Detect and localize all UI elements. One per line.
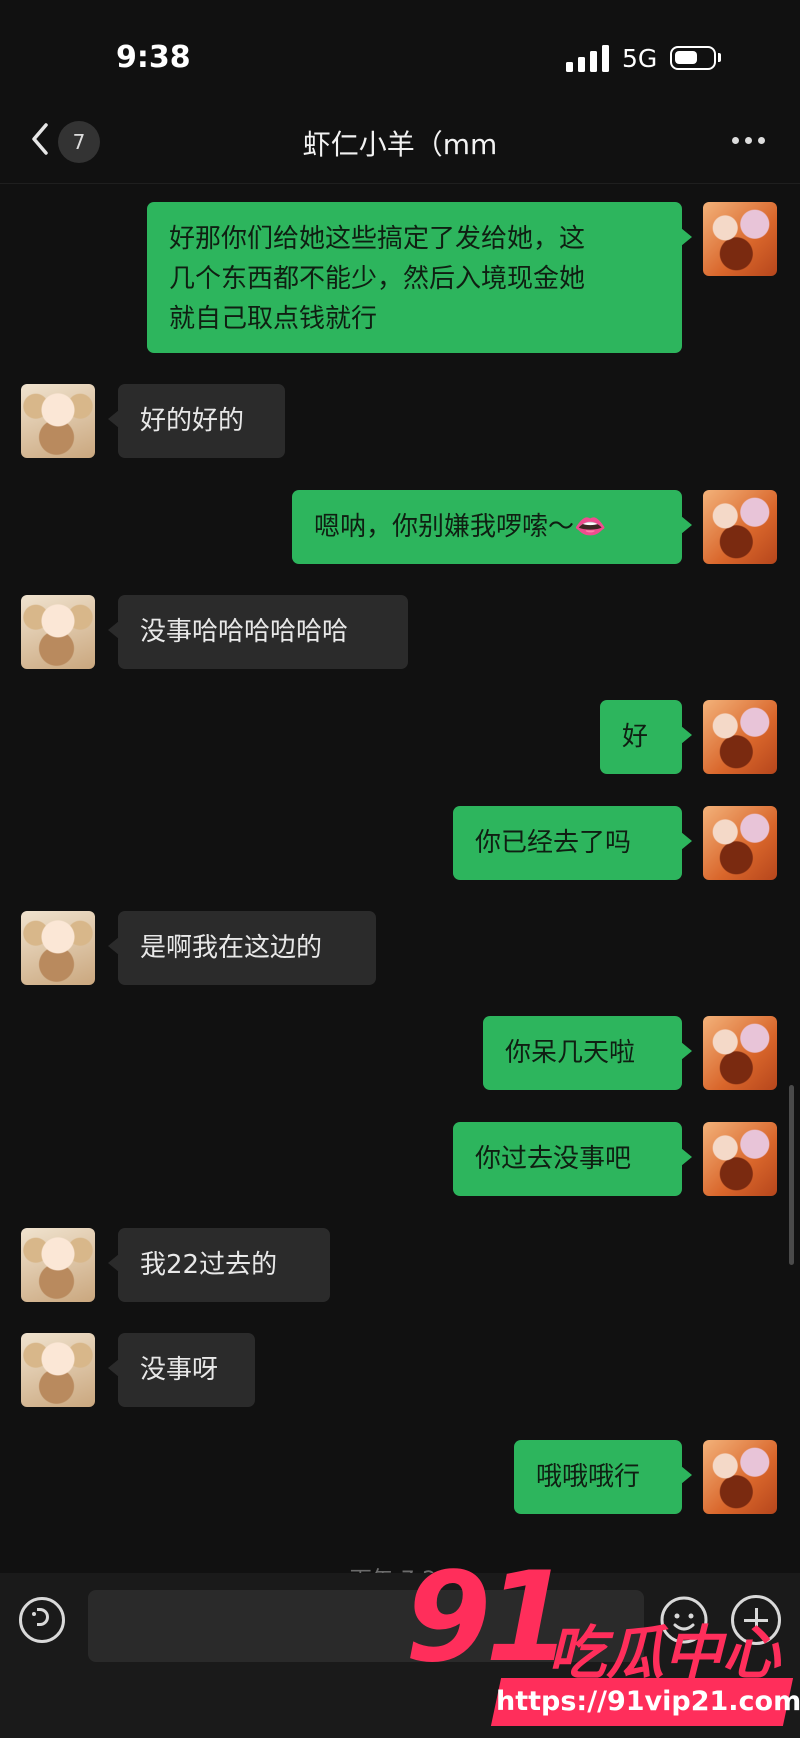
message-bubble-incoming[interactable]: 是啊我在这边的 xyxy=(108,911,376,985)
message-bubble-outgoing[interactable]: 好那你们给她这些搞定了发给她，这 几个东西都不能少，然后入境现金她 就自己取点钱… xyxy=(147,202,692,353)
contact-avatar[interactable] xyxy=(21,595,95,669)
signal-icon xyxy=(566,44,610,72)
chat-header: 7 虾仁小羊（mm xyxy=(0,105,800,184)
watermark-url: https://91vip21.com xyxy=(490,1678,800,1726)
status-bar: 9:38 5G xyxy=(0,0,800,110)
my-avatar[interactable] xyxy=(703,806,777,880)
my-avatar[interactable] xyxy=(703,490,777,564)
watermark-logo-number: 91 xyxy=(405,1546,572,1690)
message-bubble-outgoing[interactable]: 哦哦哦行 xyxy=(514,1440,692,1514)
status-time: 9:38 xyxy=(116,40,191,75)
contact-avatar[interactable] xyxy=(21,384,95,458)
my-avatar[interactable] xyxy=(703,1016,777,1090)
message-bubble-incoming[interactable]: 没事哈哈哈哈哈哈 xyxy=(108,595,408,669)
chat-scrollbar[interactable] xyxy=(789,1085,794,1265)
chat-title: 虾仁小羊（mm xyxy=(302,128,498,161)
network-type: 5G xyxy=(622,44,658,73)
watermark-url-text: https://91vip21.com xyxy=(496,1686,800,1717)
more-dots-icon[interactable] xyxy=(726,125,772,155)
my-avatar[interactable] xyxy=(703,202,777,276)
message-bubble-incoming[interactable]: 好的好的 xyxy=(108,384,285,458)
my-avatar[interactable] xyxy=(703,1440,777,1514)
message-bubble-incoming[interactable]: 没事呀 xyxy=(108,1333,255,1407)
message-bubble-outgoing[interactable]: 你过去没事吧 xyxy=(453,1122,692,1196)
my-avatar[interactable] xyxy=(703,700,777,774)
message-bubble-incoming[interactable]: 我22过去的 xyxy=(108,1228,330,1302)
message-bubble-outgoing[interactable]: 你已经去了吗 xyxy=(453,806,692,880)
message-bubble-outgoing[interactable]: 你呆几天啦 xyxy=(483,1016,692,1090)
voice-icon[interactable] xyxy=(19,1597,65,1643)
battery-tip xyxy=(718,53,721,62)
battery-icon xyxy=(670,46,716,70)
contact-avatar[interactable] xyxy=(21,1228,95,1302)
contact-avatar[interactable] xyxy=(21,1333,95,1407)
my-avatar[interactable] xyxy=(703,1122,777,1196)
message-bubble-outgoing[interactable]: 好 xyxy=(600,700,692,774)
contact-avatar[interactable] xyxy=(21,911,95,985)
message-bubble-outgoing[interactable]: 嗯呐，你别嫌我啰嗦～👄 xyxy=(292,490,692,564)
